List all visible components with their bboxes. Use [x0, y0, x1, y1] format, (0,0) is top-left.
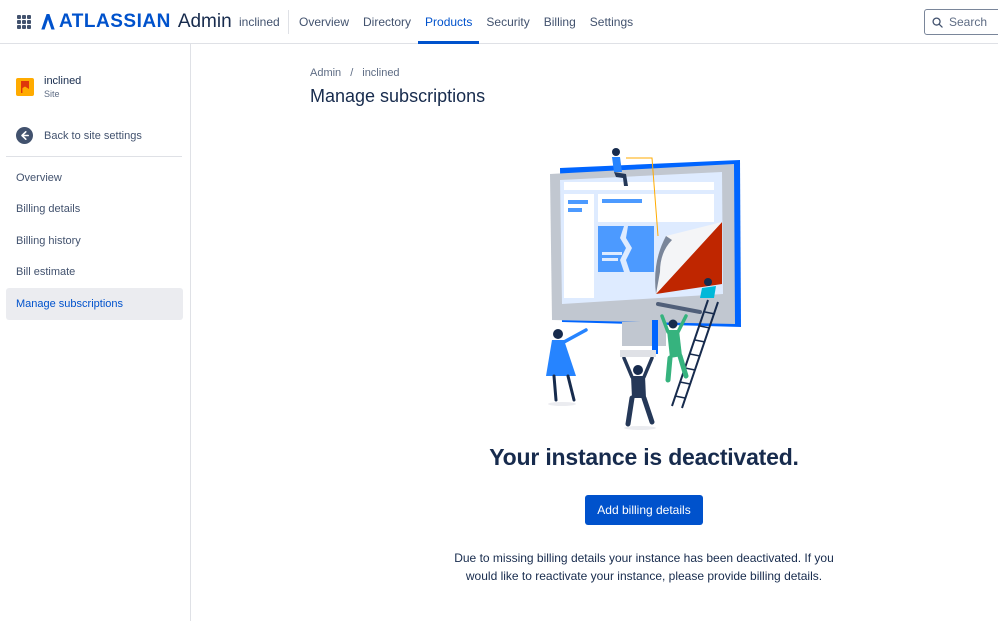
search-icon [932, 16, 943, 28]
sidebar-menu: Overview Billing details Billing history… [6, 162, 183, 320]
app-switcher-icon[interactable] [17, 15, 31, 29]
back-to-site-settings-link[interactable]: Back to site settings [16, 127, 142, 144]
nav-billing[interactable]: Billing [537, 0, 583, 44]
breadcrumb-separator: / [350, 67, 354, 79]
site-flag-icon [16, 78, 34, 96]
deactivation-description: Due to missing billing details your inst… [454, 551, 834, 583]
atlassian-logo[interactable]: ATLASSIAN Admin [41, 11, 232, 33]
sidebar-item-billing-history[interactable]: Billing history [6, 225, 183, 257]
nav-divider [288, 10, 289, 34]
site-info: inclined Site [16, 74, 81, 100]
breadcrumb-site[interactable]: inclined [362, 67, 399, 79]
arrow-left-icon [16, 127, 33, 144]
deactivated-headline: Your instance is deactivated. [489, 444, 799, 470]
add-billing-details-button[interactable]: Add billing details [585, 495, 703, 525]
sidebar-divider [6, 156, 182, 157]
sidebar-item-overview[interactable]: Overview [6, 162, 183, 194]
breadcrumb-admin[interactable]: Admin [310, 67, 341, 79]
sidebar-item-billing-details[interactable]: Billing details [6, 194, 183, 226]
search-label: Search [949, 15, 988, 29]
back-label: Back to site settings [44, 129, 142, 142]
deactivated-instance-illustration [546, 148, 741, 430]
primary-nav: Overview Directory Products Security Bil… [292, 0, 640, 44]
logo-text: ATLASSIAN [59, 11, 171, 32]
site-switcher[interactable]: inclined [239, 15, 280, 29]
site-title: inclined [44, 75, 82, 87]
site-subtitle: Site [44, 89, 60, 99]
nav-directory[interactable]: Directory [356, 0, 418, 44]
nav-security[interactable]: Security [479, 0, 536, 44]
sidebar: inclined Site Back to site settings Over… [0, 44, 191, 621]
search-box[interactable]: Search [924, 9, 998, 35]
atlassian-logo-icon [41, 14, 55, 30]
sidebar-item-manage-subscriptions[interactable]: Manage subscriptions [6, 288, 183, 320]
top-navigation: ATLASSIAN Admin inclined Overview Direct… [0, 0, 998, 44]
breadcrumb: Admin / inclined [310, 67, 400, 79]
nav-settings[interactable]: Settings [583, 0, 640, 44]
sidebar-item-bill-estimate[interactable]: Bill estimate [6, 257, 183, 289]
nav-products[interactable]: Products [418, 0, 480, 44]
nav-overview[interactable]: Overview [292, 0, 356, 44]
logo-admin-text: Admin [177, 11, 232, 32]
page-title: Manage subscriptions [310, 86, 486, 106]
